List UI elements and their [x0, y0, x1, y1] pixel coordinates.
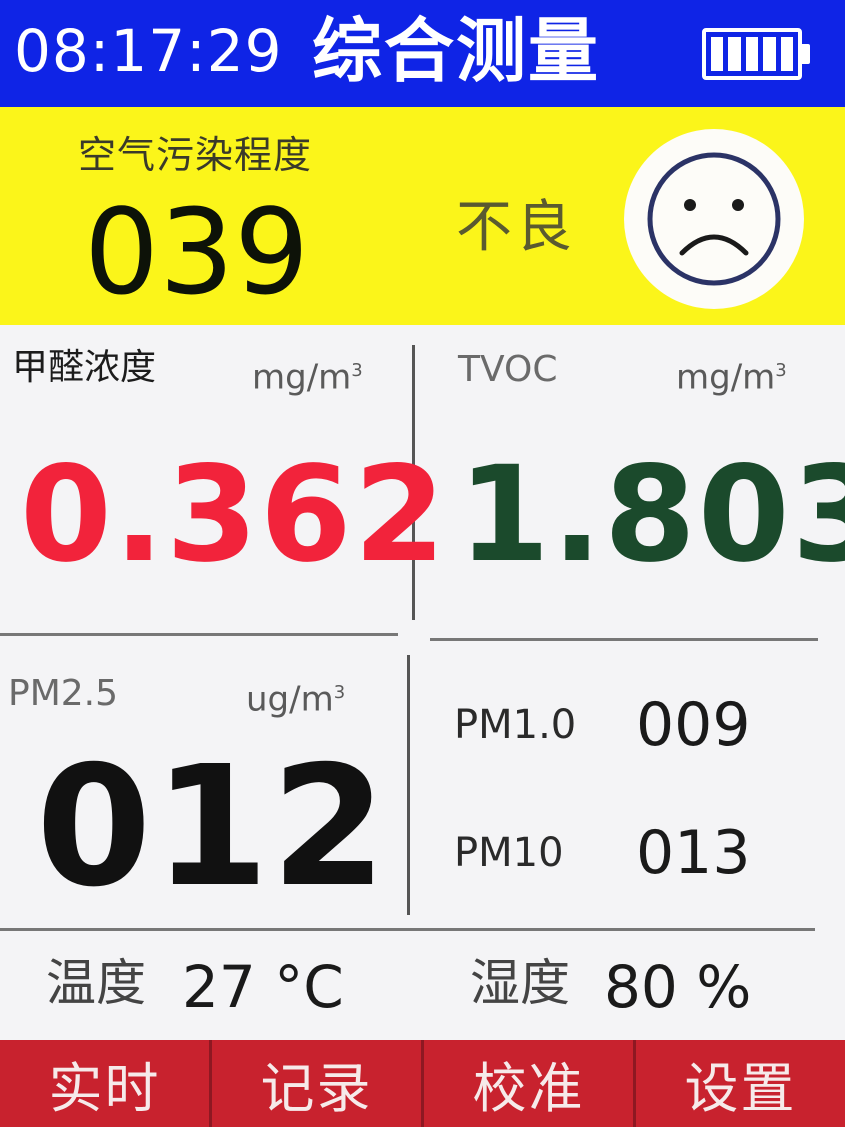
pm1-label: PM1.0	[454, 702, 577, 748]
nav-records-button[interactable]: 记录	[212, 1040, 424, 1127]
divider-vertical-bottom	[407, 655, 410, 915]
tvoc-value: 1.803	[458, 438, 845, 592]
nav-settings-button[interactable]: 设置	[636, 1040, 845, 1127]
formaldehyde-value: 0.362	[20, 438, 448, 592]
pm1-value: 009	[636, 690, 751, 760]
humidity-label: 湿度	[470, 954, 570, 1012]
pm10-value: 013	[636, 818, 751, 888]
air-quality-status: 不良	[456, 195, 576, 260]
air-quality-panel: 空气污染程度 039 不良	[0, 107, 845, 325]
temperature-label: 温度	[46, 954, 146, 1012]
air-quality-value: 039	[84, 183, 310, 321]
pm25-label: PM2.5	[8, 673, 119, 714]
page-title: 综合测量	[312, 10, 600, 92]
formaldehyde-label: 甲醛浓度	[12, 347, 157, 388]
status-header: 08:17:29 综合测量	[0, 0, 845, 107]
pm25-value: 012	[36, 731, 389, 924]
pm10-label: PM10	[454, 830, 564, 876]
humidity-value: 80 %	[604, 953, 752, 1021]
temperature-value: 27 °C	[182, 953, 344, 1021]
tvoc-label: TVOC	[458, 349, 558, 390]
divider-horizontal-right	[430, 638, 818, 641]
divider-horizontal-env	[0, 928, 815, 931]
tvoc-unit: mg/m3	[676, 357, 787, 398]
divider-horizontal-left	[0, 633, 398, 636]
pm25-unit: ug/m3	[246, 679, 346, 720]
formaldehyde-unit: mg/m3	[252, 357, 363, 398]
nav-realtime-button[interactable]: 实时	[0, 1040, 212, 1127]
device-screen: 08:17:29 综合测量 空气污染程度 039 不良 甲醛浓度 mg/m3 0…	[0, 0, 845, 1127]
nav-calibrate-button[interactable]: 校准	[424, 1040, 636, 1127]
bottom-nav: 实时 记录 校准 设置	[0, 1040, 845, 1127]
sad-face-icon	[624, 129, 804, 309]
clock-time: 08:17:29	[14, 17, 283, 85]
battery-full-icon	[702, 28, 810, 80]
air-quality-label: 空气污染程度	[78, 133, 313, 177]
